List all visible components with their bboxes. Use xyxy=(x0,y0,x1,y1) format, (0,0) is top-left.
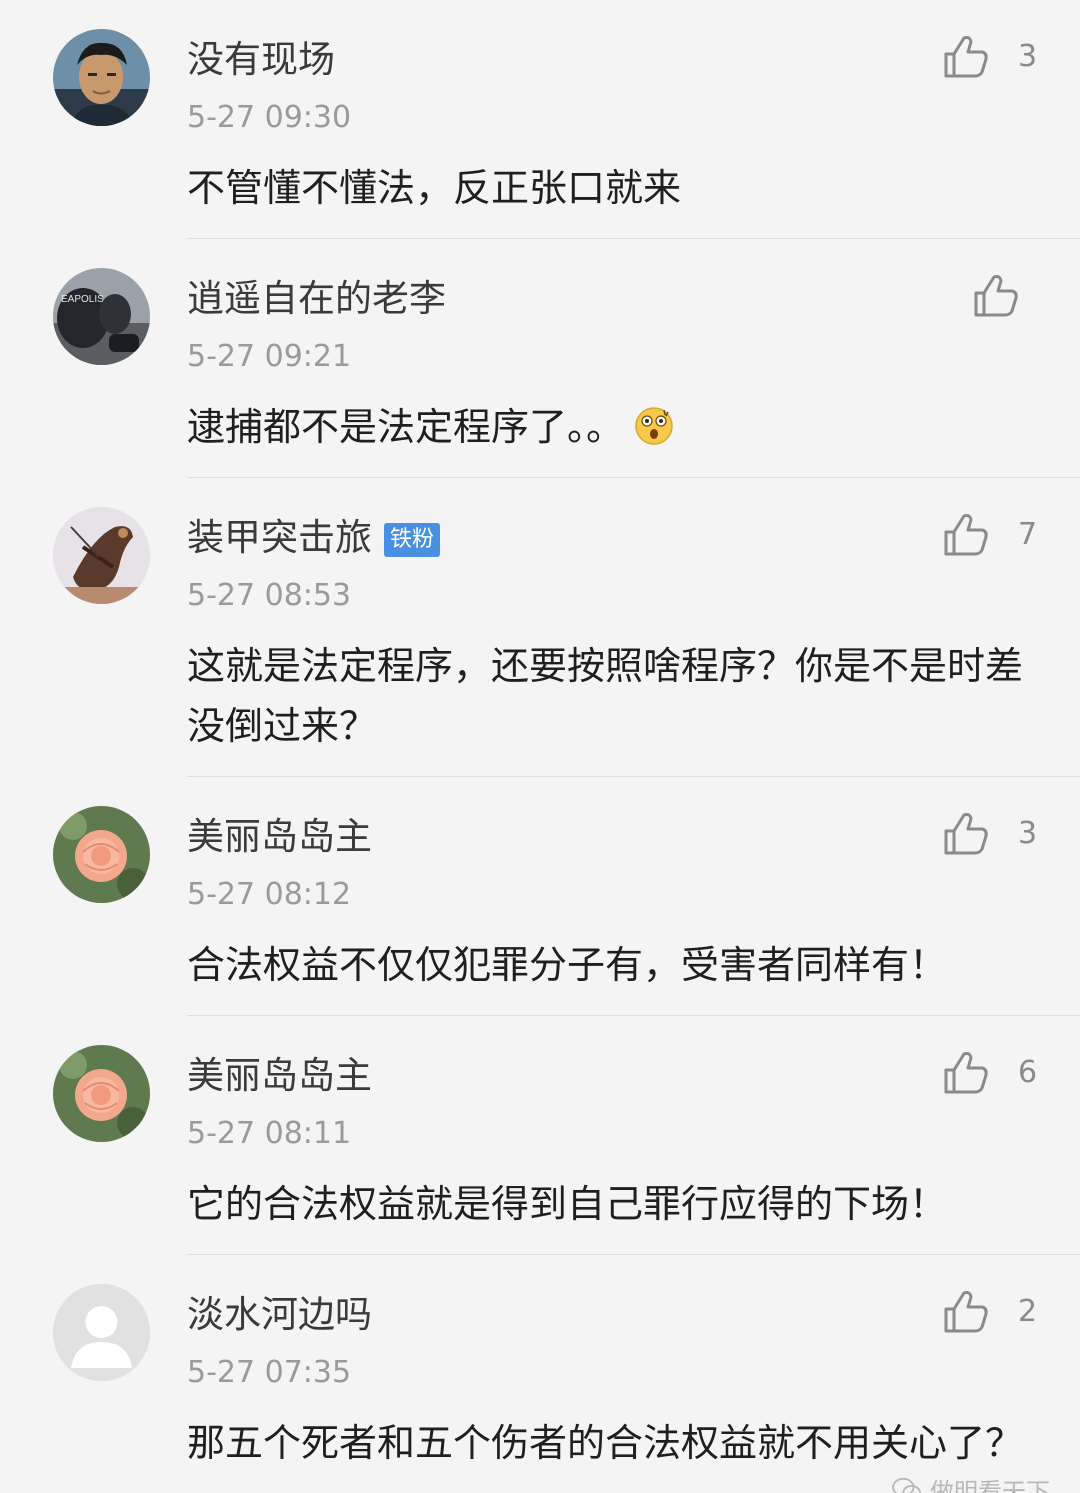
thumbs-up-icon xyxy=(944,36,988,78)
avatar[interactable] xyxy=(53,1284,150,1381)
avatar[interactable] xyxy=(53,1045,150,1142)
thumbs-up-icon xyxy=(944,813,988,855)
avatar[interactable] xyxy=(53,507,150,604)
like-count: 3 xyxy=(1018,815,1038,851)
timestamp: 5-27 08:11 xyxy=(187,1116,352,1151)
comment-item: EAPOLIS 逍遥自在的老李 5-27 09:21 逮捕都不是法定程序了。。 xyxy=(0,239,1080,478)
thumbs-up-icon xyxy=(944,514,988,556)
username[interactable]: 装甲突击旅 铁粉 xyxy=(187,516,441,560)
like-button[interactable]: 2 xyxy=(942,1285,1037,1337)
comment-text: 逮捕都不是法定程序了。。 xyxy=(187,397,1047,457)
watermark: 做明看天下 xyxy=(892,1472,1050,1493)
username[interactable]: 美丽岛岛主 xyxy=(187,1054,372,1098)
thumbs-up-icon xyxy=(944,1052,988,1094)
timestamp: 5-27 08:53 xyxy=(187,578,352,613)
timestamp: 5-27 08:12 xyxy=(187,877,352,912)
comment-list-page: 没有现场 3 5-27 09:30 不管懂不懂法，反正张口就来 EAPOLIS … xyxy=(0,0,1080,1493)
comment-item: 淡水河边吗 2 5-27 07:35 那五个死者和五个伤者的合法权益就不用关心了… xyxy=(0,1255,1080,1493)
thumbs-up-icon xyxy=(974,275,1018,317)
watermark-text: 做明看天下 xyxy=(930,1478,1050,1493)
timestamp: 5-27 09:30 xyxy=(187,100,352,135)
fan-badge: 铁粉 xyxy=(384,523,441,557)
avatar[interactable]: EAPOLIS xyxy=(53,268,150,365)
shocked-face-emoji-icon xyxy=(635,407,673,445)
username[interactable]: 没有现场 xyxy=(187,38,335,82)
like-button[interactable] xyxy=(972,269,1020,321)
comment-text: 不管懂不懂法，反正张口就来 xyxy=(187,166,682,210)
thumbs-up-icon xyxy=(944,1291,988,1333)
username[interactable]: 淡水河边吗 xyxy=(187,1293,372,1337)
like-count: 2 xyxy=(1018,1293,1038,1329)
like-button[interactable]: 6 xyxy=(942,1046,1037,1098)
like-button[interactable]: 3 xyxy=(942,30,1037,82)
like-count: 6 xyxy=(1018,1054,1038,1090)
comment-text: 合法权益不仅仅犯罪分子有，受害者同样有！ xyxy=(187,943,948,987)
timestamp: 5-27 09:21 xyxy=(187,339,352,374)
comment-item: 装甲突击旅 铁粉 7 5-27 08:53 这就是法定程序，还要按照啥程序？你是不… xyxy=(0,478,1080,777)
comment-text-content: 逮捕都不是法定程序了。。 xyxy=(187,405,625,449)
like-count: 3 xyxy=(1018,38,1038,74)
username[interactable]: 美丽岛岛主 xyxy=(187,815,372,859)
wechat-icon xyxy=(892,1477,921,1493)
comment-item: 没有现场 3 5-27 09:30 不管懂不懂法，反正张口就来 xyxy=(0,0,1080,239)
username[interactable]: 逍遥自在的老李 xyxy=(187,277,446,321)
comment-text: 它的合法权益就是得到自己罪行应得的下场！ xyxy=(187,1182,948,1226)
comment-item: 美丽岛岛主 3 5-27 08:12 合法权益不仅仅犯罪分子有，受害者同样有！ xyxy=(0,777,1080,1016)
like-button[interactable]: 7 xyxy=(942,508,1037,560)
avatar[interactable] xyxy=(53,806,150,903)
comment-text: 这就是法定程序，还要按照啥程序？你是不是时差没倒过来？ xyxy=(187,644,1024,748)
username-text: 装甲突击旅 xyxy=(187,516,372,559)
like-count: 7 xyxy=(1018,516,1038,552)
like-button[interactable]: 3 xyxy=(942,807,1037,859)
timestamp: 5-27 07:35 xyxy=(187,1355,352,1390)
svg-text:EAPOLIS: EAPOLIS xyxy=(61,294,104,305)
comment-item: 美丽岛岛主 6 5-27 08:11 它的合法权益就是得到自己罪行应得的下场！ xyxy=(0,1016,1080,1255)
comment-text: 那五个死者和五个伤者的合法权益就不用关心了？ xyxy=(187,1421,1024,1465)
avatar[interactable] xyxy=(53,29,150,126)
